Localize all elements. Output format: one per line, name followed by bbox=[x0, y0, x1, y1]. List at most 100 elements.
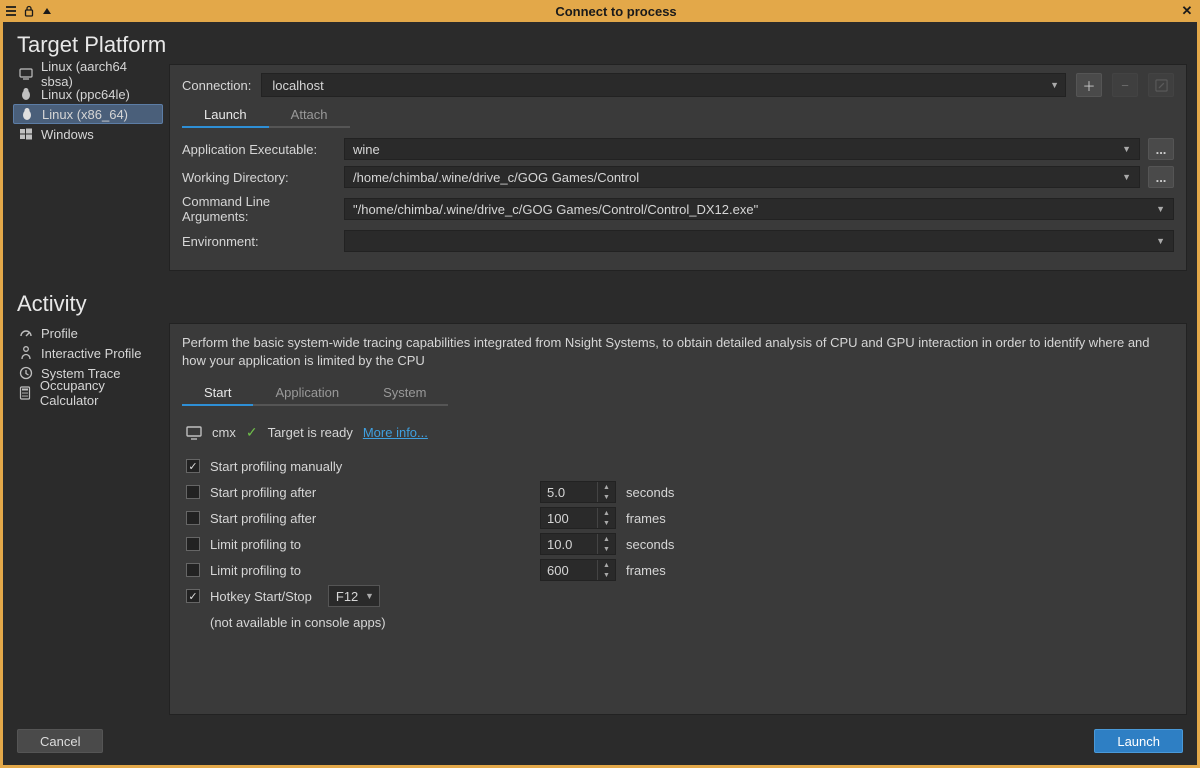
lock-icon[interactable] bbox=[22, 4, 36, 18]
limit-frames-stepper[interactable]: ▲▼ bbox=[540, 559, 616, 581]
monitor-icon bbox=[19, 67, 33, 81]
env-field[interactable]: ▼ bbox=[344, 230, 1174, 252]
args-label: Command Line Arguments: bbox=[182, 194, 336, 224]
after-sec-stepper[interactable]: ▲▼ bbox=[540, 481, 616, 503]
platform-label: Linux (ppc64le) bbox=[41, 87, 130, 102]
opt-manual-label: Start profiling manually bbox=[210, 459, 530, 474]
env-label: Environment: bbox=[182, 234, 336, 249]
target-host: cmx bbox=[212, 425, 236, 440]
activity-list: Profile Interactive Profile System Trace… bbox=[13, 323, 163, 715]
opt-hotkey-label: Hotkey Start/Stop bbox=[210, 589, 312, 604]
target-tabbar: Launch Attach bbox=[182, 103, 1174, 128]
step-down-icon[interactable]: ▼ bbox=[598, 518, 615, 528]
chevron-down-icon: ▼ bbox=[1122, 144, 1131, 154]
checkbox-after-frames[interactable] bbox=[186, 511, 200, 525]
calculator-icon bbox=[19, 386, 32, 400]
step-up-icon[interactable]: ▲ bbox=[598, 560, 615, 570]
wd-label: Working Directory: bbox=[182, 170, 336, 185]
titlebar: Connect to process ✕ bbox=[0, 0, 1200, 22]
chevron-down-icon: ▼ bbox=[365, 591, 374, 601]
unit-frames: frames bbox=[626, 511, 666, 526]
close-icon[interactable]: ✕ bbox=[1178, 2, 1196, 20]
checkbox-limit-sec[interactable] bbox=[186, 537, 200, 551]
tab-launch[interactable]: Launch bbox=[182, 103, 269, 128]
footer: Cancel Launch bbox=[3, 725, 1197, 765]
launch-button[interactable]: Launch bbox=[1094, 729, 1183, 753]
executable-browse-button[interactable]: ... bbox=[1148, 138, 1174, 160]
activity-item-occupancy[interactable]: Occupancy Calculator bbox=[13, 383, 163, 403]
penguin-icon bbox=[20, 107, 34, 121]
clock-icon bbox=[19, 366, 33, 380]
target-panel: Connection: localhost ▼ ＋ − Launch Attac… bbox=[169, 64, 1187, 271]
section-target-platform: Target Platform bbox=[3, 22, 1197, 64]
opt-after-frames-label: Start profiling after bbox=[210, 511, 530, 526]
platform-item[interactable]: Windows bbox=[13, 124, 163, 144]
hotkey-note: (not available in console apps) bbox=[182, 609, 1174, 630]
platform-item[interactable]: Linux (x86_64) bbox=[13, 104, 163, 124]
chevron-down-icon: ▼ bbox=[1050, 80, 1059, 90]
platform-item[interactable]: Linux (aarch64 sbsa) bbox=[13, 64, 163, 84]
limit-sec-stepper[interactable]: ▲▼ bbox=[540, 533, 616, 555]
checkbox-manual[interactable] bbox=[186, 459, 200, 473]
connection-label: Connection: bbox=[182, 78, 251, 93]
activity-panel: Perform the basic system-wide tracing ca… bbox=[169, 323, 1187, 715]
step-down-icon[interactable]: ▼ bbox=[598, 570, 615, 580]
checkbox-after-sec[interactable] bbox=[186, 485, 200, 499]
checkbox-hotkey[interactable] bbox=[186, 589, 200, 603]
connection-select[interactable]: localhost ▼ bbox=[261, 73, 1066, 97]
checkbox-limit-frames[interactable] bbox=[186, 563, 200, 577]
tab-attach[interactable]: Attach bbox=[269, 103, 350, 128]
chevron-down-icon: ▼ bbox=[1156, 236, 1165, 246]
activity-label: Profile bbox=[41, 326, 78, 341]
target-status: cmx ✓ Target is ready More info... bbox=[182, 416, 1174, 453]
activity-label: Interactive Profile bbox=[41, 346, 141, 361]
section-activity: Activity bbox=[3, 281, 1197, 323]
tab-system[interactable]: System bbox=[361, 381, 448, 406]
opt-limit-sec-label: Limit profiling to bbox=[210, 537, 530, 552]
activity-item-interactive[interactable]: Interactive Profile bbox=[13, 343, 163, 363]
step-down-icon[interactable]: ▼ bbox=[598, 544, 615, 554]
activity-description: Perform the basic system-wide tracing ca… bbox=[182, 332, 1174, 377]
activity-item-profile[interactable]: Profile bbox=[13, 323, 163, 343]
wd-browse-button[interactable]: ... bbox=[1148, 166, 1174, 188]
activity-label: Occupancy Calculator bbox=[40, 378, 157, 408]
step-up-icon[interactable]: ▲ bbox=[598, 482, 615, 492]
windows-icon bbox=[19, 128, 33, 140]
remove-connection-button: − bbox=[1112, 73, 1138, 97]
platform-label: Linux (x86_64) bbox=[42, 107, 128, 122]
activity-tabbar: Start Application System bbox=[182, 381, 1174, 406]
unit-seconds: seconds bbox=[626, 485, 674, 500]
window-title: Connect to process bbox=[60, 4, 1172, 19]
edit-connection-button bbox=[1148, 73, 1174, 97]
tab-application[interactable]: Application bbox=[253, 381, 361, 406]
executable-field[interactable]: wine▼ bbox=[344, 138, 1140, 160]
platform-label: Linux (aarch64 sbsa) bbox=[41, 59, 157, 89]
args-field[interactable]: "/home/chimba/.wine/drive_c/GOG Games/Co… bbox=[344, 198, 1174, 220]
monitor-icon bbox=[186, 426, 202, 440]
gauge-icon bbox=[19, 326, 33, 340]
unit-seconds: seconds bbox=[626, 537, 674, 552]
more-info-link[interactable]: More info... bbox=[363, 425, 428, 440]
chevron-down-icon: ▼ bbox=[1122, 172, 1131, 182]
tab-start[interactable]: Start bbox=[182, 381, 253, 406]
target-status-text: Target is ready bbox=[268, 425, 353, 440]
step-up-icon[interactable]: ▲ bbox=[598, 534, 615, 544]
add-connection-button[interactable]: ＋ bbox=[1076, 73, 1102, 97]
executable-label: Application Executable: bbox=[182, 142, 336, 157]
up-icon[interactable] bbox=[40, 4, 54, 18]
check-icon: ✓ bbox=[246, 424, 258, 441]
unit-frames: frames bbox=[626, 563, 666, 578]
menu-icon[interactable] bbox=[4, 4, 18, 18]
hotkey-select[interactable]: F12 ▼ bbox=[328, 585, 380, 607]
after-frames-stepper[interactable]: ▲▼ bbox=[540, 507, 616, 529]
platform-list: Linux (aarch64 sbsa) Linux (ppc64le) Lin… bbox=[13, 64, 163, 271]
opt-limit-frames-label: Limit profiling to bbox=[210, 563, 530, 578]
platform-label: Windows bbox=[41, 127, 94, 142]
wd-field[interactable]: /home/chimba/.wine/drive_c/GOG Games/Con… bbox=[344, 166, 1140, 188]
person-icon bbox=[19, 346, 33, 360]
penguin-icon bbox=[19, 87, 33, 101]
step-up-icon[interactable]: ▲ bbox=[598, 508, 615, 518]
cancel-button[interactable]: Cancel bbox=[17, 729, 103, 753]
hotkey-value: F12 bbox=[336, 589, 358, 604]
step-down-icon[interactable]: ▼ bbox=[598, 492, 615, 502]
